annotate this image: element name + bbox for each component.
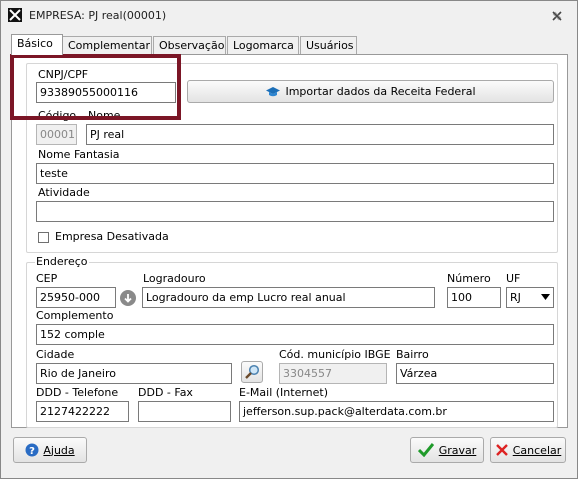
address-legend: Endereço xyxy=(35,255,89,268)
cod-municipio-label: Cód. município IBGE xyxy=(279,348,391,361)
cidade-field[interactable]: Rio de Janeiro xyxy=(36,363,232,384)
uf-label: UF xyxy=(506,272,521,285)
tab-basico[interactable]: Básico xyxy=(11,34,63,55)
numero-field[interactable]: 100 xyxy=(447,287,501,308)
help-button[interactable]: ? Ajuda xyxy=(13,437,87,463)
atividade-label: Atividade xyxy=(38,186,90,199)
tab-complementar[interactable]: Complementar xyxy=(62,36,152,54)
fantasia-label: Nome Fantasia xyxy=(38,148,120,161)
cep-search-icon[interactable] xyxy=(119,289,137,307)
cep-label: CEP xyxy=(36,272,58,285)
complemento-field[interactable]: 152 comple xyxy=(36,324,554,345)
uf-select[interactable]: RJ xyxy=(506,287,554,308)
desativada-checkbox[interactable] xyxy=(38,232,49,243)
email-label: E-Mail (Internet) xyxy=(239,386,329,399)
numero-label: Número xyxy=(447,272,491,285)
uf-selected-value: RJ xyxy=(510,291,521,304)
save-button[interactable]: Gravar xyxy=(410,437,484,463)
cidade-search-button[interactable] xyxy=(241,361,263,383)
close-icon[interactable] xyxy=(550,9,564,23)
cnpj-highlight-box xyxy=(10,54,181,120)
title-bar: EMPRESA: PJ real(00001) xyxy=(1,1,577,29)
bairro-label: Bairro xyxy=(396,348,429,361)
checkmark-icon xyxy=(417,443,434,457)
tab-logomarca[interactable]: Logomarca xyxy=(227,36,299,54)
company-dialog: EMPRESA: PJ real(00001) Básico Complemen… xyxy=(0,0,578,479)
cancel-button[interactable]: Cancelar xyxy=(490,437,566,463)
ddd-fax-label: DDD - Fax xyxy=(138,386,193,399)
help-icon: ? xyxy=(25,443,39,457)
codigo-field: 00001 xyxy=(36,124,77,145)
cidade-label: Cidade xyxy=(36,348,75,361)
ddd-telefone-label: DDD - Telefone xyxy=(36,386,119,399)
import-button-label: Importar dados da Receita Federal xyxy=(285,85,476,98)
app-logo-icon xyxy=(8,8,22,22)
chevron-down-icon xyxy=(541,294,550,300)
logradouro-label: Logradouro xyxy=(143,272,206,285)
graduation-cap-icon xyxy=(266,86,281,96)
magnifier-icon xyxy=(245,364,260,379)
nome-field[interactable]: PJ real xyxy=(86,124,554,145)
tab-usuarios[interactable]: Usuários xyxy=(300,36,357,54)
svg-text:?: ? xyxy=(29,446,35,457)
atividade-field[interactable] xyxy=(36,201,554,222)
help-button-label: Ajuda xyxy=(43,443,75,457)
email-field[interactable]: jefferson.sup.pack@alterdata.com.br xyxy=(239,401,554,422)
complemento-label: Complemento xyxy=(36,309,114,322)
cancel-button-label: Cancelar xyxy=(512,443,562,457)
desativada-label: Empresa Desativada xyxy=(55,230,169,243)
save-button-label: Gravar xyxy=(438,443,477,457)
cod-municipio-field: 3304557 xyxy=(279,363,387,384)
import-receita-button[interactable]: Importar dados da Receita Federal xyxy=(187,80,554,103)
cep-field[interactable]: 25950-000 xyxy=(36,287,116,308)
logradouro-field[interactable]: Logradouro da emp Lucro real anual xyxy=(142,287,435,308)
ddd-telefone-field[interactable]: 2127422222 xyxy=(36,401,129,422)
tab-observacao[interactable]: Observação xyxy=(153,36,226,54)
cancel-x-icon xyxy=(495,444,508,456)
fantasia-field[interactable]: teste xyxy=(36,163,554,184)
window-title: EMPRESA: PJ real(00001) xyxy=(29,9,167,22)
ddd-fax-field[interactable] xyxy=(138,401,231,422)
bairro-field[interactable]: Várzea xyxy=(396,363,554,384)
